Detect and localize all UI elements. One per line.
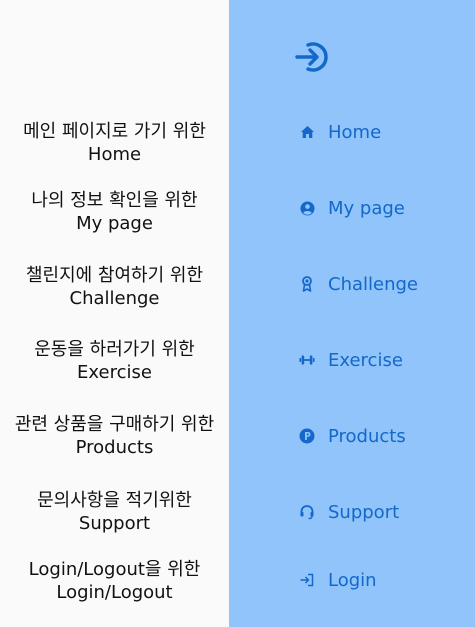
description-target: Login/Logout <box>56 582 173 603</box>
description-line: 관련 상품을 구매하기 위한 <box>14 414 215 435</box>
sidebar-item-exercise[interactable]: Exercise <box>299 347 403 373</box>
description-line: 나의 정보 확인을 위한 <box>31 190 198 211</box>
headset-icon <box>299 504 315 520</box>
description-challenge: 챌린지에 참여하기 위한 Challenge <box>0 264 229 310</box>
description-line: 챌린지에 참여하기 위한 <box>25 265 204 286</box>
sidebar-item-label: Home <box>328 121 382 143</box>
description-panel: 메인 페이지로 가기 위한 Home 나의 정보 확인을 위한 My page … <box>0 0 229 627</box>
sidebar-item-products[interactable]: Products <box>299 423 406 449</box>
description-home: 메인 페이지로 가기 위한 Home <box>0 120 229 166</box>
description-target: Exercise <box>77 362 152 383</box>
award-icon <box>299 276 315 292</box>
description-line: 문의사항을 적기위한 <box>37 490 192 511</box>
sidebar-item-login[interactable]: Login <box>299 567 377 593</box>
sign-in-icon <box>299 572 315 588</box>
dumbbell-icon <box>299 352 315 368</box>
description-target: Support <box>78 513 151 534</box>
description-target: My page <box>76 213 153 234</box>
sidebar: Home My page Challenge Exercise Products… <box>229 0 475 627</box>
sidebar-item-label: Challenge <box>328 273 418 295</box>
description-target: Challenge <box>69 288 160 309</box>
sidebar-item-challenge[interactable]: Challenge <box>299 271 418 297</box>
sidebar-item-label: My page <box>328 197 405 219</box>
description-line: 메인 페이지로 가기 위한 <box>23 121 206 142</box>
sidebar-item-support[interactable]: Support <box>299 499 399 525</box>
description-exercise: 운동을 하러가기 위한 Exercise <box>0 338 229 384</box>
description-support: 문의사항을 적기위한 Support <box>0 489 229 535</box>
description-line: 운동을 하러가기 위한 <box>34 339 195 360</box>
sidebar-item-my-page[interactable]: My page <box>299 195 405 221</box>
description-my-page: 나의 정보 확인을 위한 My page <box>0 189 229 235</box>
description-target: Home <box>87 144 142 165</box>
login-arrow-icon <box>295 42 328 72</box>
sidebar-item-label: Login <box>328 569 377 591</box>
home-icon <box>299 124 315 140</box>
sidebar-toggle-button[interactable] <box>295 40 329 74</box>
sidebar-item-label: Products <box>328 425 406 447</box>
sidebar-item-home[interactable]: Home <box>299 119 381 145</box>
description-target: Products <box>75 437 154 458</box>
sidebar-item-label: Support <box>328 501 400 523</box>
description-products: 관련 상품을 구매하기 위한 Products <box>0 413 229 459</box>
user-circle-icon <box>299 200 315 216</box>
sidebar-item-label: Exercise <box>328 349 403 371</box>
description-login: Login/Logout을 위한 Login/Logout <box>0 558 229 604</box>
description-line: Login/Logout을 위한 <box>28 559 201 580</box>
app-root: 메인 페이지로 가기 위한 Home 나의 정보 확인을 위한 My page … <box>0 0 475 627</box>
parking-p-icon <box>299 428 315 444</box>
